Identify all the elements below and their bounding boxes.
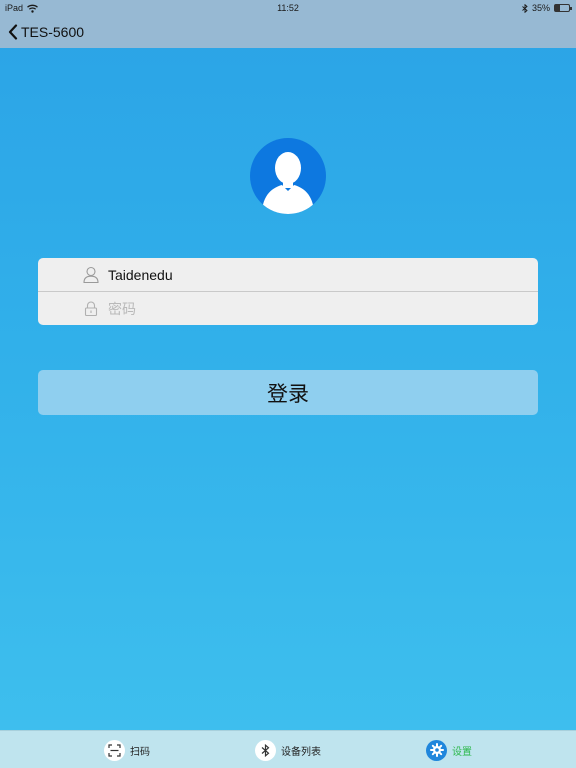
password-input[interactable] xyxy=(108,292,528,325)
nav-bar: TES-5600 xyxy=(0,16,576,48)
login-button[interactable]: 登录 xyxy=(38,370,538,415)
status-bar: iPad 11:52 35% xyxy=(0,0,576,16)
status-time: 11:52 xyxy=(277,3,299,13)
scan-icon xyxy=(104,739,125,761)
username-input[interactable] xyxy=(108,258,528,291)
battery-percent: 35% xyxy=(531,3,550,13)
battery-icon xyxy=(554,4,572,12)
password-row xyxy=(38,292,538,325)
tab-settings[interactable]: 设置 xyxy=(426,739,472,761)
tab-scan-label: 扫码 xyxy=(130,746,150,758)
battery-level xyxy=(555,5,560,11)
user-avatar-icon xyxy=(262,152,314,214)
user-icon xyxy=(83,266,99,283)
back-button[interactable]: TES-5600 xyxy=(8,22,84,42)
tab-device-list-label: 设备列表 xyxy=(281,746,321,758)
gear-icon xyxy=(426,739,447,761)
bluetooth-status-icon xyxy=(522,3,528,13)
back-title: TES-5600 xyxy=(21,24,85,40)
login-form xyxy=(38,258,538,325)
lock-icon xyxy=(84,301,98,317)
bluetooth-icon xyxy=(255,739,276,761)
tab-device-list[interactable]: 设备列表 xyxy=(255,739,321,761)
username-row xyxy=(38,258,538,291)
avatar xyxy=(250,138,326,214)
chevron-left-icon xyxy=(8,24,18,40)
tab-bar: 扫码 设备列表 设置 xyxy=(0,730,576,768)
status-right: 35% xyxy=(522,3,572,13)
tab-settings-label: 设置 xyxy=(452,746,472,758)
tab-scan[interactable]: 扫码 xyxy=(104,739,150,761)
